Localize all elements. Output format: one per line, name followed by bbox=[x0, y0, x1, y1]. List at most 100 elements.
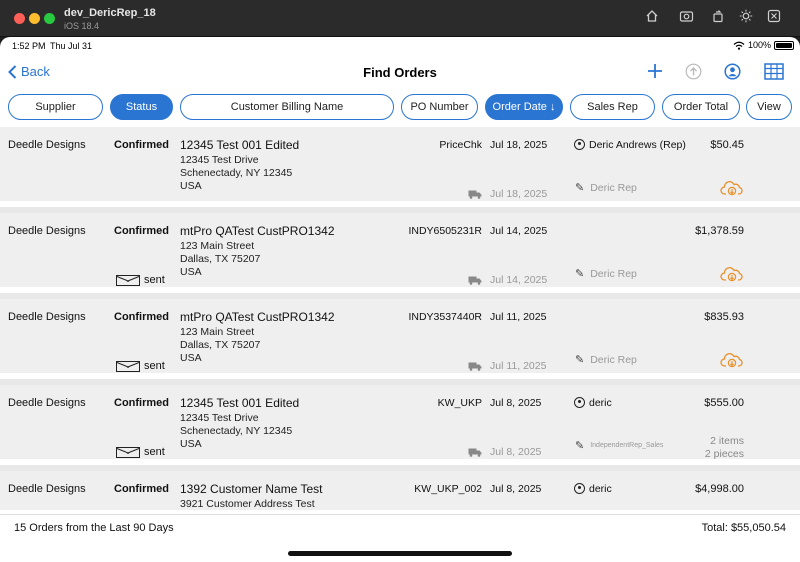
filter-po-number[interactable]: PO Number bbox=[401, 94, 478, 120]
orders-list: Deedle Designs Confirmed 12345 Test 001 … bbox=[0, 127, 800, 510]
address-line: Schenectady, NY 12345 bbox=[180, 167, 293, 179]
supplier-name: Deedle Designs bbox=[8, 225, 86, 237]
address-line: USA bbox=[180, 266, 202, 278]
truck-icon bbox=[468, 276, 482, 285]
battery-icon bbox=[774, 40, 794, 50]
item-counts: 2 items 2 pieces bbox=[705, 435, 744, 461]
order-status: Confirmed bbox=[114, 483, 169, 495]
results-summary: 15 Orders from the Last 90 Days bbox=[14, 522, 174, 534]
status-date: Thu Jul 31 bbox=[50, 41, 93, 51]
supplier-name: Deedle Designs bbox=[8, 397, 86, 409]
order-total: $1,378.59 bbox=[695, 225, 744, 237]
home-icon[interactable] bbox=[643, 9, 661, 27]
ios-status-bar: 1:52 PM Thu Jul 31 100% bbox=[0, 37, 800, 55]
filter-order-date[interactable]: Order Date ↓ bbox=[485, 94, 563, 120]
customer-address: 123 Main Street Dallas, TX 75207 USA bbox=[180, 326, 260, 365]
filter-sales-rep[interactable]: Sales Rep bbox=[570, 94, 655, 120]
sales-rep-name: deric bbox=[589, 397, 612, 409]
cloud-download-icon[interactable] bbox=[720, 179, 744, 197]
battery-percent: 100% bbox=[747, 40, 771, 50]
assigned-rep: ✎ Deric Rep bbox=[575, 181, 637, 195]
results-footer: 15 Orders from the Last 90 Days Total: $… bbox=[0, 514, 800, 540]
close-window-button[interactable] bbox=[14, 13, 25, 24]
order-status: Confirmed bbox=[114, 397, 169, 409]
order-date: Jul 11, 2025 bbox=[490, 311, 547, 323]
ship-date: Jul 8, 2025 bbox=[468, 446, 541, 458]
ipad-screen: 1:52 PM Thu Jul 31 100% Back Find Orders… bbox=[0, 37, 800, 562]
truck-icon bbox=[468, 362, 482, 371]
page-title: Find Orders bbox=[363, 65, 437, 80]
add-icon[interactable] bbox=[646, 63, 664, 81]
sent-indicator: sent bbox=[116, 274, 165, 286]
piece-count: 2 pieces bbox=[704, 448, 744, 460]
po-number: INDY6505231R bbox=[408, 225, 482, 237]
supplier-name: Deedle Designs bbox=[8, 139, 86, 151]
upload-icon[interactable] bbox=[684, 63, 702, 81]
zoom-window-button[interactable] bbox=[44, 13, 55, 24]
sales-rep-name: deric bbox=[589, 483, 612, 495]
order-total: $835.93 bbox=[704, 311, 744, 323]
window-title: dev_DericRep_18 bbox=[64, 7, 156, 19]
sales-rep: deric bbox=[574, 483, 612, 495]
address-line: 123 Main Street bbox=[180, 326, 255, 338]
filter-order-total[interactable]: Order Total bbox=[662, 94, 740, 120]
order-status: Confirmed bbox=[114, 311, 169, 323]
ship-date-value: Jul 11, 2025 bbox=[490, 360, 547, 372]
navigation-bar: Back Find Orders bbox=[0, 55, 800, 89]
sent-label: sent bbox=[144, 274, 165, 286]
assigned-rep-name: Deric Rep bbox=[590, 353, 637, 366]
order-date: Jul 8, 2025 bbox=[490, 397, 542, 409]
customer-name: 12345 Test 001 Edited bbox=[180, 396, 300, 410]
account-icon[interactable] bbox=[723, 63, 741, 81]
ship-date: Jul 11, 2025 bbox=[468, 360, 546, 372]
pencil-icon: ✎ bbox=[575, 268, 585, 280]
person-icon bbox=[574, 139, 585, 150]
minimize-window-button[interactable] bbox=[29, 13, 40, 24]
po-number: INDY3537440R bbox=[408, 311, 482, 323]
customer-name: mtPro QATest CustPRO1342 bbox=[180, 224, 335, 238]
sent-indicator: sent bbox=[116, 446, 165, 458]
po-number: KW_UKP_002 bbox=[414, 483, 482, 495]
window-subtitle: iOS 18.4 bbox=[64, 21, 100, 31]
cloud-download-icon[interactable] bbox=[720, 351, 744, 369]
ship-date: Jul 18, 2025 bbox=[468, 188, 547, 200]
order-row[interactable]: Deedle Designs Confirmed 1392 Customer N… bbox=[0, 471, 800, 510]
grand-total: Total: $55,050.54 bbox=[701, 522, 786, 534]
filter-status[interactable]: Status bbox=[110, 94, 173, 120]
screenshot-icon[interactable] bbox=[677, 9, 695, 27]
filter-supplier[interactable]: Supplier bbox=[8, 94, 103, 120]
pencil-icon: ✎ bbox=[575, 354, 585, 366]
appearance-icon[interactable] bbox=[737, 9, 755, 27]
columns-icon[interactable] bbox=[763, 63, 785, 81]
home-indicator[interactable] bbox=[288, 551, 512, 556]
address-line: Schenectady, NY 12345 bbox=[180, 425, 293, 437]
ship-date: Jul 14, 2025 bbox=[468, 274, 547, 286]
order-row[interactable]: Deedle Designs Confirmed 12345 Test 001 … bbox=[0, 127, 800, 207]
filter-customer-billing-name[interactable]: Customer Billing Name bbox=[180, 94, 394, 120]
status-time: 1:52 PM bbox=[12, 41, 46, 51]
fullscreen-icon[interactable] bbox=[765, 9, 783, 27]
person-icon bbox=[574, 397, 585, 408]
filter-view[interactable]: View bbox=[746, 94, 792, 120]
ship-date-value: Jul 8, 2025 bbox=[490, 446, 542, 458]
supplier-name: Deedle Designs bbox=[8, 311, 86, 323]
sales-rep: Deric Andrews (Rep) bbox=[574, 139, 689, 151]
order-row[interactable]: Deedle Designs Confirmed sent mtPro QATe… bbox=[0, 299, 800, 379]
truck-icon bbox=[468, 448, 482, 457]
person-icon bbox=[574, 483, 585, 494]
order-row[interactable]: Deedle Designs Confirmed sent mtPro QATe… bbox=[0, 213, 800, 293]
customer-address: 3921 Customer Address Test bbox=[180, 498, 315, 510]
sales-rep: deric bbox=[574, 397, 612, 409]
item-count: 2 items bbox=[710, 435, 744, 447]
order-total: $50.45 bbox=[710, 139, 744, 151]
address-line: 3921 Customer Address Test bbox=[180, 498, 315, 510]
assigned-rep: ✎ Deric Rep bbox=[575, 353, 637, 367]
assigned-rep-name: IndependentRep_Sales bbox=[590, 442, 664, 449]
po-number: KW_UKP bbox=[437, 397, 482, 409]
address-line: Dallas, TX 75207 bbox=[180, 253, 261, 265]
cloud-download-icon[interactable] bbox=[720, 265, 744, 283]
customer-address: 123 Main Street Dallas, TX 75207 USA bbox=[180, 240, 260, 279]
rotate-icon[interactable] bbox=[709, 9, 727, 27]
customer-address: 12345 Test Drive Schenectady, NY 12345 U… bbox=[180, 154, 292, 193]
order-row[interactable]: Deedle Designs Confirmed sent 12345 Test… bbox=[0, 385, 800, 465]
